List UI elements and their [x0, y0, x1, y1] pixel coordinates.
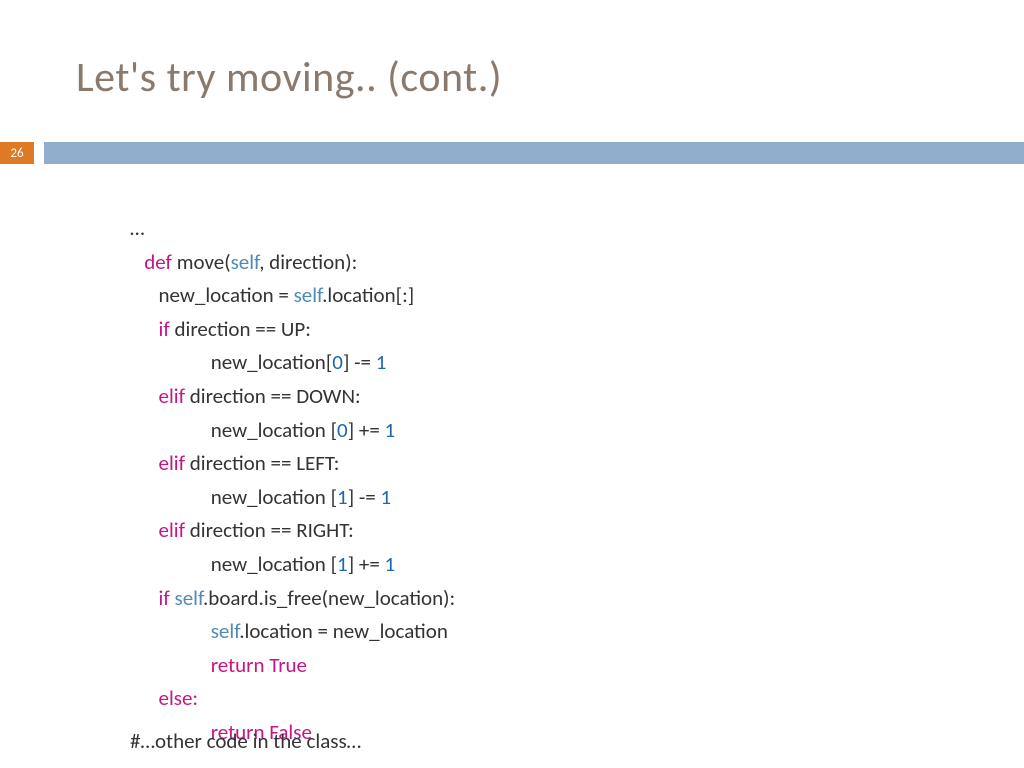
code-line: def move(self, direction): [130, 246, 455, 280]
code-line: elif direction == DOWN: [130, 380, 455, 414]
code-line: if self.board.is_free(new_location): [130, 582, 455, 616]
page-number: 26 [0, 142, 34, 164]
code-line: new_location = self.location[:] [130, 279, 455, 313]
code-block: … def move(self, direction): new_locatio… [130, 212, 455, 750]
slide: Let's try moving.. (cont.) 26 … def move… [0, 0, 1024, 768]
footer-comment: #…other code in the class… [130, 728, 361, 754]
bar-gap [34, 142, 44, 164]
code-line: if direction == UP: [130, 313, 455, 347]
code-line: elif direction == LEFT: [130, 447, 455, 481]
code-line: else: [130, 682, 455, 716]
slide-title: Let's try moving.. (cont.) [76, 52, 502, 103]
blue-bar [44, 142, 1024, 164]
header-bar: 26 [0, 142, 1024, 164]
code-line: … [130, 212, 455, 246]
code-line: new_location [0] += 1 [130, 414, 455, 448]
code-line: return True [130, 649, 455, 683]
code-line: new_location [1] -= 1 [130, 481, 455, 515]
code-line: self.location = new_location [130, 615, 455, 649]
code-line: new_location[0] -= 1 [130, 346, 455, 380]
code-line: new_location [1] += 1 [130, 548, 455, 582]
code-line: elif direction == RIGHT: [130, 514, 455, 548]
